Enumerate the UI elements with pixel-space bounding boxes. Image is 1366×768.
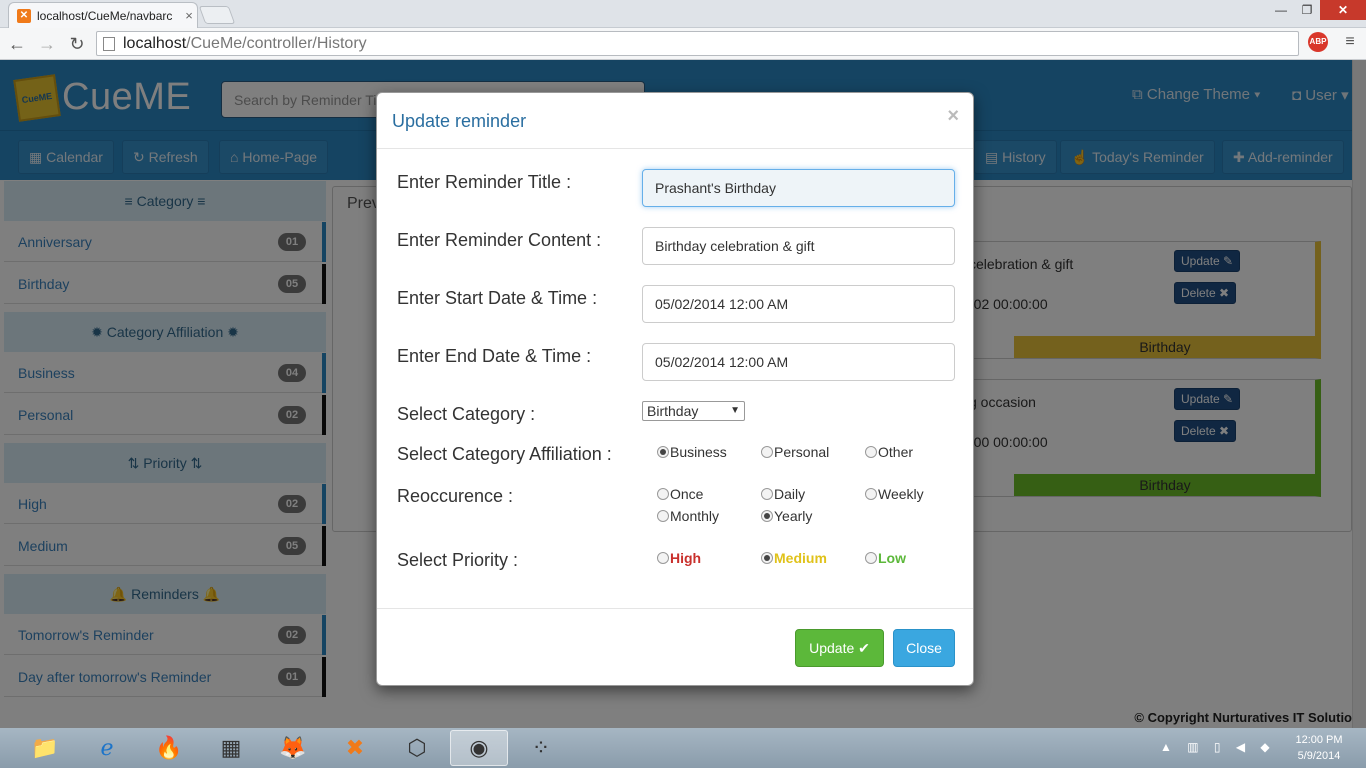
file-explorer-icon[interactable]: 📁 <box>16 730 74 766</box>
window-controls: — ❐ ✕ <box>1268 0 1366 22</box>
close-button[interactable]: Close <box>893 629 955 667</box>
radio-label: Yearly <box>774 508 813 524</box>
modal-header: Update reminder × <box>377 93 973 149</box>
radio-label: High <box>670 550 702 566</box>
address-bar[interactable]: localhost /CueMe/controller/History <box>96 31 1299 56</box>
url-path: /CueMe/controller/History <box>186 34 367 52</box>
browser-menu-icon[interactable]: ≡ <box>1340 32 1360 52</box>
end-datetime-input[interactable]: 05/02/2014 12:00 AM <box>642 343 955 381</box>
window-close-icon[interactable]: ✕ <box>1320 0 1366 20</box>
priority-low-radio[interactable]: Low <box>865 550 906 566</box>
virtualbox-icon[interactable]: ⬡ <box>388 730 446 766</box>
radio-dot <box>657 510 669 522</box>
end-date-label: Enter End Date & Time : <box>397 346 592 366</box>
radio-label: Medium <box>774 550 827 566</box>
title-label: Enter Reminder Title : <box>397 172 572 192</box>
system-tray[interactable]: ▲ ▥ ▯ ◀ ◆ <box>1160 740 1276 754</box>
radio-dot <box>657 446 669 458</box>
maximize-icon[interactable]: ❐ <box>1294 0 1320 20</box>
radio-dot <box>657 552 669 564</box>
tab-title: localhost/CueMe/navbarc <box>37 8 173 23</box>
windows-taskbar: 📁 ℯ 🔥 ▦ 🦊 ✖ ⬡ ◉ ⁘ ▲ ▥ ▯ ◀ ◆ 12:00 PM 5/9… <box>0 728 1366 768</box>
forward-arrow-icon[interactable]: → <box>34 31 60 57</box>
affiliation-other-radio[interactable]: Other <box>865 444 913 460</box>
radio-label: Business <box>670 444 727 460</box>
modal-title: Update reminder <box>392 111 527 131</box>
dropdown-arrow-icon: ▼ <box>730 405 740 416</box>
radio-dot <box>865 488 877 500</box>
chrome-icon[interactable]: ◉ <box>450 730 508 766</box>
category-selected-value: Birthday <box>647 403 699 419</box>
browser-tab[interactable]: ✕ localhost/CueMe/navbarc × <box>8 2 198 28</box>
adblock-plus-icon[interactable]: ABP <box>1308 32 1328 52</box>
radio-dot <box>761 446 773 458</box>
radio-dot <box>865 552 877 564</box>
affiliation-business-radio[interactable]: Business <box>657 444 727 460</box>
browser-toolbar: ← → ↻ localhost /CueMe/controller/Histor… <box>0 28 1366 60</box>
back-arrow-icon[interactable]: ← <box>4 31 30 57</box>
xampp-icon[interactable]: ✖ <box>326 730 384 766</box>
clock[interactable]: 12:00 PM 5/9/2014 <box>1284 732 1354 764</box>
radio-dot <box>761 488 773 500</box>
radio-label: Other <box>878 444 914 460</box>
radio-dot <box>761 552 773 564</box>
radio-dot <box>657 488 669 500</box>
radio-dot <box>865 446 877 458</box>
radio-label: Weekly <box>878 486 924 502</box>
radio-label: Personal <box>774 444 830 460</box>
radio-label: Low <box>878 550 906 566</box>
new-tab-button[interactable] <box>198 6 236 24</box>
url-host: localhost <box>123 34 187 52</box>
reminder-title-input[interactable]: Prashant's Birthday <box>642 169 955 207</box>
content-label: Enter Reminder Content : <box>397 230 602 250</box>
page-icon <box>103 36 115 51</box>
priority-label: Select Priority : <box>397 550 519 570</box>
radio-label: Monthly <box>670 508 720 524</box>
minimize-icon[interactable]: — <box>1268 0 1294 20</box>
update-reminder-modal: Update reminder × Enter Reminder Title :… <box>376 92 974 686</box>
check-icon: ✔ <box>858 640 870 656</box>
start-date-label: Enter Start Date & Time : <box>397 288 598 308</box>
blackberry-icon[interactable]: ⁘ <box>512 730 570 766</box>
start-datetime-input[interactable]: 05/02/2014 12:00 AM <box>642 285 955 323</box>
recurrence-weekly-radio[interactable]: Weekly <box>865 486 924 502</box>
radio-label: Once <box>670 486 704 502</box>
close-icon[interactable]: × <box>947 105 959 128</box>
firefox-icon[interactable]: 🦊 <box>264 730 322 766</box>
clock-date: 5/9/2014 <box>1297 750 1341 762</box>
internet-explorer-icon[interactable]: ℯ <box>78 730 136 766</box>
update-label: Update <box>809 640 855 656</box>
bricks-icon[interactable]: ▦ <box>202 730 260 766</box>
affiliation-personal-radio[interactable]: Personal <box>761 444 829 460</box>
update-button[interactable]: Update ✔ <box>795 629 884 667</box>
browser-tab-strip: ✕ localhost/CueMe/navbarc × — ❐ ✕ <box>0 0 1366 28</box>
recurrence-yearly-radio[interactable]: Yearly <box>761 508 812 524</box>
recurrence-label: Reoccurence : <box>397 486 514 506</box>
category-label: Select Category : <box>397 404 536 424</box>
recurrence-daily-radio[interactable]: Daily <box>761 486 805 502</box>
category-select[interactable]: Birthday ▼ <box>642 401 745 421</box>
xampp-favicon-icon: ✕ <box>17 8 31 23</box>
clock-time: 12:00 PM <box>1295 734 1343 746</box>
recurrence-once-radio[interactable]: Once <box>657 486 703 502</box>
affiliation-label: Select Category Affiliation : <box>397 444 612 464</box>
radio-dot <box>761 510 773 522</box>
filezilla-icon[interactable]: 🔥 <box>140 730 198 766</box>
reload-icon[interactable]: ↻ <box>64 31 90 57</box>
recurrence-monthly-radio[interactable]: Monthly <box>657 508 719 524</box>
reminder-content-input[interactable]: Birthday celebration & gift <box>642 227 955 265</box>
priority-medium-radio[interactable]: Medium <box>761 550 827 566</box>
radio-label: Daily <box>774 486 806 502</box>
modal-footer: Update ✔ Close <box>377 608 973 687</box>
priority-high-radio[interactable]: High <box>657 550 701 566</box>
tab-close-icon[interactable]: × <box>181 8 197 23</box>
